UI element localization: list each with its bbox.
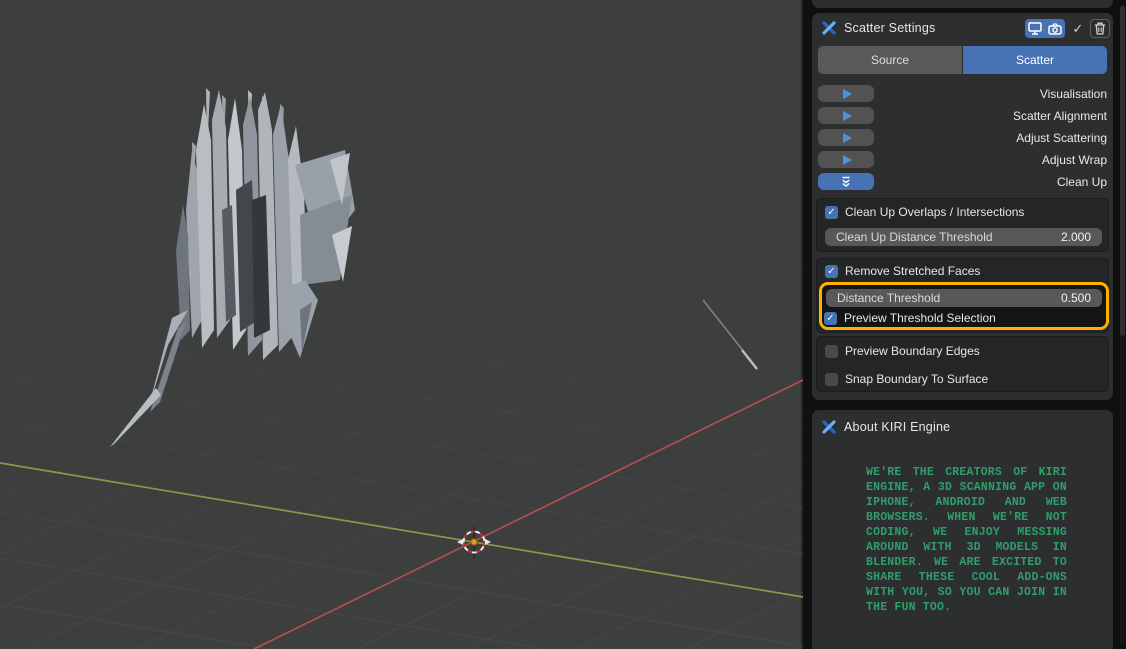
- check-icon: ✓: [1073, 21, 1084, 37]
- cleanup-distance-threshold-slider[interactable]: Clean Up Distance Threshold 2.000: [825, 228, 1102, 246]
- stretched-faces-box: ✓ Remove Stretched Faces Distance Thresh…: [816, 258, 1109, 333]
- 3d-cursor: [457, 527, 491, 558]
- blender-window: Scatter Settings: [0, 0, 1126, 649]
- action-label: Clean Up: [1057, 175, 1107, 189]
- slider-value: 0.500: [1061, 291, 1091, 305]
- viewport-canvas: [0, 0, 803, 649]
- cleanup-overlaps-checkbox-row[interactable]: ✓ Clean Up Overlaps / Intersections: [825, 205, 1024, 219]
- x-axis-red: [254, 380, 803, 649]
- source-scatter-tabs: Source Scatter: [818, 46, 1107, 74]
- object-origin-dot: [471, 539, 477, 545]
- preview-threshold-selection-checkbox-row[interactable]: ✓ Preview Threshold Selection: [824, 311, 996, 325]
- about-text: WE'RE THE CREATORS OF KIRI ENGINE, A 3D …: [866, 465, 1067, 615]
- about-panel-header[interactable]: About KIRI Engine: [812, 410, 1113, 440]
- tab-scatter[interactable]: Scatter: [963, 46, 1107, 74]
- cleanup-overlaps-box: ✓ Clean Up Overlaps / Intersections Clea…: [816, 198, 1109, 252]
- about-kiri-engine-panel: About KIRI Engine WE'RE THE CREATORS OF …: [812, 410, 1113, 649]
- panel-above-partial: [812, 0, 1113, 8]
- snap-boundary-to-surface-checkbox-row[interactable]: Snap Boundary To Surface: [825, 372, 988, 386]
- checkbox-label: Preview Threshold Selection: [844, 311, 996, 325]
- checkbox-unchecked[interactable]: [825, 373, 838, 386]
- action-row-adjust-wrap: Adjust Wrap: [818, 151, 1110, 168]
- play-icon: [843, 133, 852, 143]
- render-toggle-button[interactable]: [1045, 19, 1065, 38]
- checkbox-label: Snap Boundary To Surface: [845, 372, 988, 386]
- scatter-settings-panel: Scatter Settings: [812, 13, 1113, 400]
- checkbox-checked[interactable]: ✓: [825, 206, 838, 219]
- 3d-viewport[interactable]: [0, 0, 803, 649]
- monitor-icon: [1028, 22, 1042, 35]
- adjust-wrap-play-button[interactable]: [818, 151, 874, 168]
- checkbox-label: Remove Stretched Faces: [845, 264, 980, 278]
- action-label: Adjust Wrap: [1042, 153, 1107, 167]
- sidebar-region: Scatter Settings: [805, 0, 1126, 649]
- play-icon: [843, 155, 852, 165]
- visualisation-play-button[interactable]: [818, 85, 874, 102]
- tab-source-label: Source: [871, 53, 909, 67]
- checkbox-checked[interactable]: ✓: [824, 312, 837, 325]
- scrollbar-thumb[interactable]: [1120, 6, 1125, 336]
- panel-title: Scatter Settings: [844, 21, 935, 35]
- action-row-adjust-scattering: Adjust Scattering: [818, 129, 1110, 146]
- trash-icon: [1094, 22, 1106, 35]
- boundary-options-box: Preview Boundary Edges Snap Boundary To …: [816, 336, 1109, 392]
- apply-button[interactable]: ✓: [1068, 19, 1088, 38]
- play-icon: [843, 111, 852, 121]
- kiri-addon-icon: [821, 419, 837, 435]
- check-icon: ✓: [826, 312, 834, 325]
- checkbox-label: Clean Up Overlaps / Intersections: [845, 205, 1024, 219]
- action-row-visualisation: Visualisation: [818, 85, 1110, 102]
- axis-lines: [0, 380, 803, 649]
- checkbox-unchecked[interactable]: [825, 345, 838, 358]
- checkbox-label: Preview Boundary Edges: [845, 344, 980, 358]
- adjust-scattering-play-button[interactable]: [818, 129, 874, 146]
- scatter-settings-header[interactable]: Scatter Settings: [812, 13, 1113, 43]
- action-row-scatter-alignment: Scatter Alignment: [818, 107, 1110, 124]
- distance-threshold-slider[interactable]: Distance Threshold 0.500: [826, 289, 1102, 307]
- expand-down-icon: [839, 176, 853, 188]
- play-icon: [843, 89, 852, 99]
- show-in-viewport-button[interactable]: [1025, 19, 1045, 38]
- tab-source[interactable]: Source: [818, 46, 963, 74]
- action-label: Adjust Scattering: [1016, 131, 1107, 145]
- camera-icon: [1048, 23, 1062, 35]
- preview-boundary-edges-checkbox-row[interactable]: Preview Boundary Edges: [825, 344, 980, 358]
- orange-highlight-outline: Distance Threshold 0.500 ✓ Preview Thres…: [819, 282, 1109, 330]
- tab-scatter-label: Scatter: [1016, 53, 1054, 67]
- scatter-mesh-object[interactable]: [110, 88, 757, 447]
- check-icon: ✓: [827, 206, 835, 219]
- clean-up-expand-button[interactable]: [818, 173, 874, 190]
- sidebar-scrollbar[interactable]: [1120, 4, 1125, 645]
- slider-value: 2.000: [1061, 230, 1091, 244]
- delete-button[interactable]: [1090, 19, 1110, 38]
- remove-stretched-faces-checkbox-row[interactable]: ✓ Remove Stretched Faces: [825, 264, 980, 278]
- slider-label: Clean Up Distance Threshold: [836, 230, 1061, 244]
- panel-title: About KIRI Engine: [844, 420, 950, 434]
- action-label: Visualisation: [1040, 87, 1107, 101]
- action-label: Scatter Alignment: [1013, 109, 1107, 123]
- action-row-clean-up: Clean Up: [818, 173, 1110, 190]
- checkbox-checked[interactable]: ✓: [825, 265, 838, 278]
- slider-label: Distance Threshold: [837, 291, 1061, 305]
- floor-grid: [0, 0, 803, 649]
- check-icon: ✓: [827, 265, 835, 278]
- kiri-addon-icon: [821, 20, 837, 36]
- scatter-alignment-play-button[interactable]: [818, 107, 874, 124]
